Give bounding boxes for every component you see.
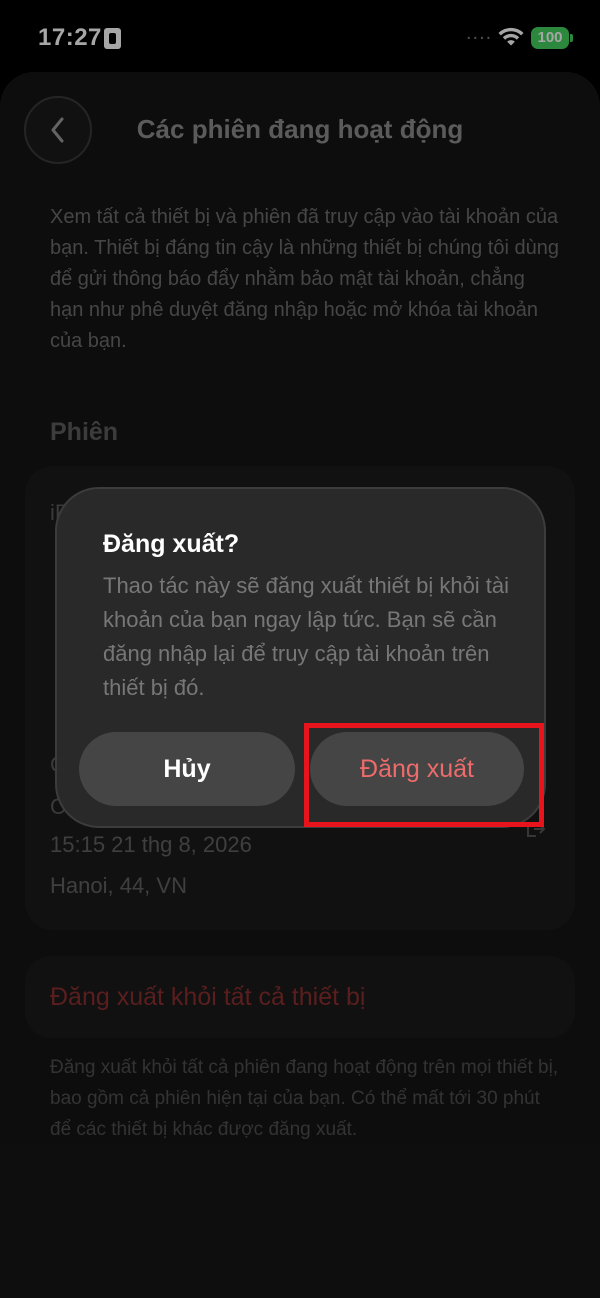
highlight-box — [304, 723, 544, 827]
dialog-title: Đăng xuất? — [103, 530, 240, 558]
cancel-button[interactable]: Hủy — [79, 732, 295, 806]
dialog-message: Thao tác này sẽ đăng xuất thiết bị khỏi … — [103, 573, 510, 700]
